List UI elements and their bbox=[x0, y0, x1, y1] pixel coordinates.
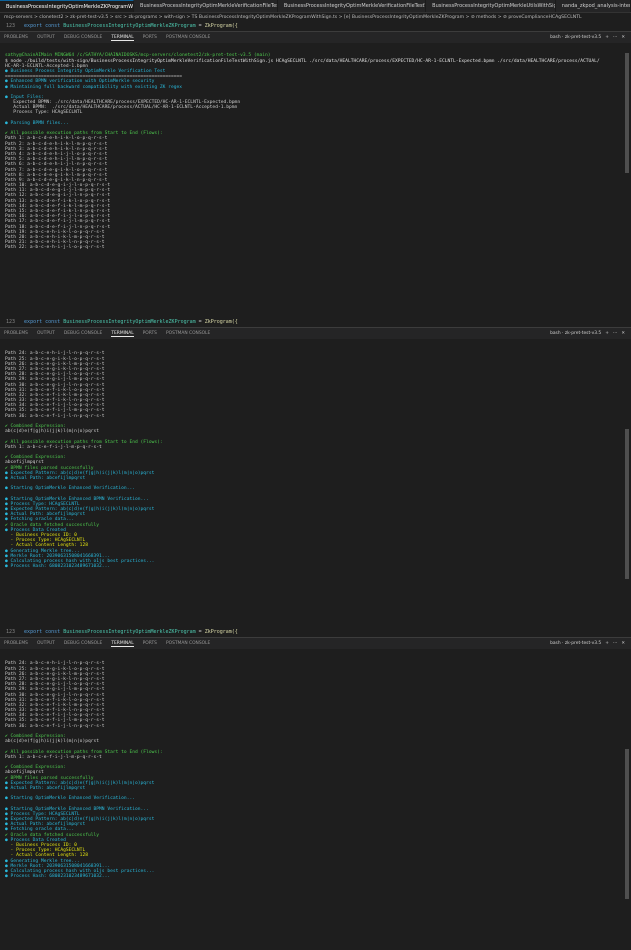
line-number: 123 bbox=[6, 23, 16, 29]
editor-tab[interactable]: nanda_zkpod_analysis-interim-1 bbox=[556, 0, 631, 12]
panel-header: PROBLEMS OUTPUT DEBUG CONSOLE TERMINAL P… bbox=[0, 637, 631, 649]
close-icon[interactable]: ✕ bbox=[621, 641, 625, 646]
terminal-output[interactable]: Path 24: a-b-c-e-h-i-j-l-n-p-q-r-s-t Path… bbox=[0, 649, 631, 933]
editor-tab[interactable]: BusinessProcessIntegrityOptimMerkleVerif… bbox=[134, 0, 278, 12]
tab-terminal[interactable]: TERMINAL bbox=[111, 35, 134, 41]
close-icon[interactable]: ✕ bbox=[621, 331, 625, 336]
editor-tab-bar: BusinessProcessIntegrityOptimMerkleZKPro… bbox=[0, 0, 631, 13]
tab-ports[interactable]: PORTS bbox=[143, 35, 157, 40]
add-terminal-icon[interactable]: + bbox=[605, 35, 609, 40]
editor-tab[interactable]: BusinessProcessIntegrityOptimMerkleUtils… bbox=[426, 0, 556, 12]
more-icon[interactable]: ⋯ bbox=[613, 641, 617, 646]
tab-output[interactable]: OUTPUT bbox=[37, 35, 55, 40]
terminal-line: ● Process Hash: 6808231023489671032... bbox=[5, 564, 111, 570]
panel-header: PROBLEMS OUTPUT DEBUG CONSOLE TERMINAL P… bbox=[0, 327, 631, 339]
code-line[interactable]: 123 export const BusinessProcessIntegrit… bbox=[0, 628, 631, 637]
terminal-output[interactable]: sathy@ChainAIMain MINGW64 /c/SATHYA/CHAI… bbox=[0, 43, 631, 318]
editor-tab[interactable]: BusinessProcessIntegrityOptimMerkleVerif… bbox=[278, 0, 427, 12]
breadcrumb: mcp-servers > clonetest2 > zk-pret-test-… bbox=[0, 13, 631, 22]
code-line[interactable]: 123 export const BusinessProcessIntegrit… bbox=[0, 318, 631, 327]
terminal-output[interactable]: Path 24: a-b-c-e-h-i-j-l-n-p-q-r-s-t Path… bbox=[0, 339, 631, 628]
terminal-line: Path 22: a-b-c-e-h-i-j-l-o-p-q-r-s-t bbox=[5, 245, 105, 251]
terminal-line: ● Process Hash: 6808231023489671032... bbox=[5, 874, 111, 880]
editor-tab[interactable]: BusinessProcessIntegrityOptimMerkleZKPro… bbox=[0, 0, 135, 12]
add-terminal-icon[interactable]: + bbox=[605, 641, 609, 646]
close-icon[interactable]: ✕ bbox=[621, 35, 625, 40]
terminal-shell-selector[interactable]: bash · zk-pret-test-v3.5 bbox=[550, 35, 601, 40]
scrollbar[interactable] bbox=[625, 53, 629, 173]
more-icon[interactable]: ⋯ bbox=[613, 331, 617, 336]
terminal-line: $ node ./build/tests/with-sign/BusinessP… bbox=[5, 58, 600, 64]
code-line[interactable]: 123 export const BusinessProcessIntegrit… bbox=[0, 22, 631, 31]
scrollbar[interactable] bbox=[625, 429, 629, 579]
panel-header: PROBLEMS OUTPUT DEBUG CONSOLE TERMINAL P… bbox=[0, 31, 631, 43]
more-icon[interactable]: ⋯ bbox=[613, 35, 617, 40]
tab-problems[interactable]: PROBLEMS bbox=[4, 35, 28, 40]
tab-debug-console[interactable]: DEBUG CONSOLE bbox=[64, 35, 102, 40]
scrollbar[interactable] bbox=[625, 749, 629, 899]
tab-postman-console[interactable]: POSTMAN CONSOLE bbox=[166, 35, 210, 40]
add-terminal-icon[interactable]: + bbox=[605, 331, 609, 336]
